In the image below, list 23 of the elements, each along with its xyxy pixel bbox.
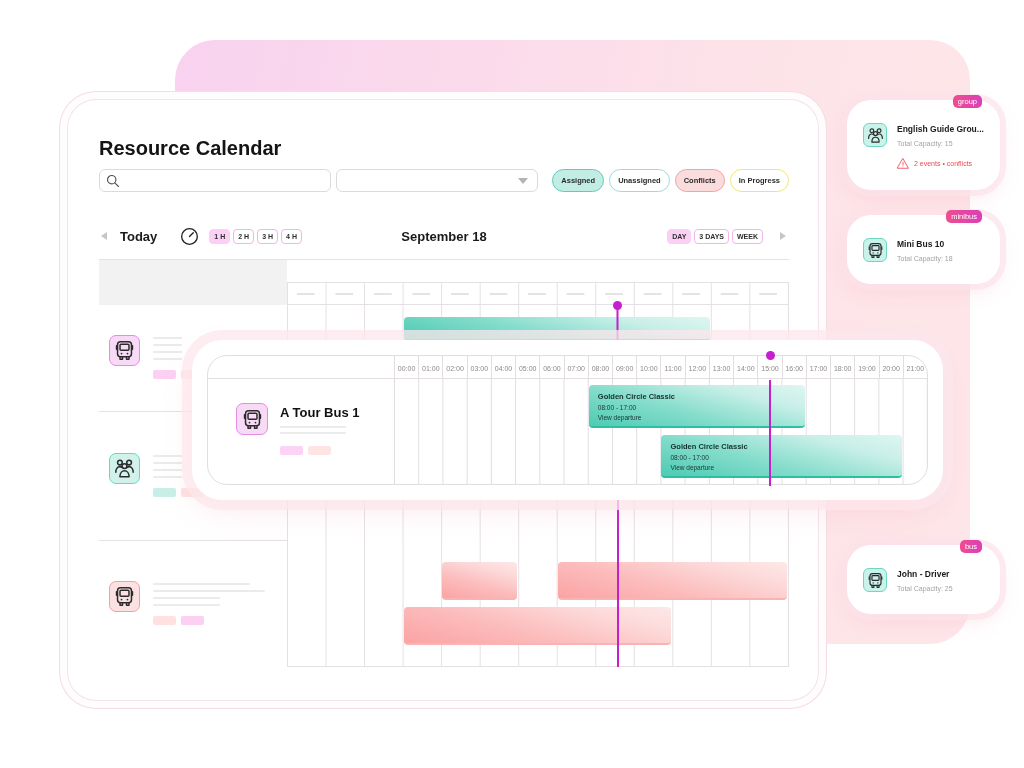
resource-name: A Tour Bus 1 — [280, 405, 360, 420]
time-marker-icon — [766, 351, 775, 360]
search-field[interactable] — [99, 169, 331, 192]
event-bar[interactable] — [403, 607, 672, 645]
clock-icon[interactable] — [181, 227, 199, 245]
left-triangle-icon[interactable] — [101, 232, 107, 240]
resource-name: John - Driver — [897, 569, 950, 580]
right-triangle-icon[interactable] — [780, 232, 786, 240]
date-label: September 18 — [401, 228, 487, 244]
page-title: Resource Calendar — [99, 136, 283, 160]
resource-name: English Guide Grou... — [897, 124, 984, 135]
bus-icon — [863, 238, 887, 262]
people-icon — [863, 123, 887, 147]
search-icon — [107, 174, 119, 187]
event-bar[interactable] — [557, 562, 787, 600]
resource-name: Mini Bus 10 — [897, 239, 945, 250]
today-button[interactable]: Today — [120, 228, 158, 244]
bus-icon — [863, 568, 887, 592]
warning-icon — [897, 158, 909, 169]
dropdown-field[interactable] — [336, 169, 538, 192]
skeleton-text — [153, 455, 182, 478]
caret-icon — [518, 177, 528, 184]
event-bar[interactable] — [442, 562, 518, 600]
